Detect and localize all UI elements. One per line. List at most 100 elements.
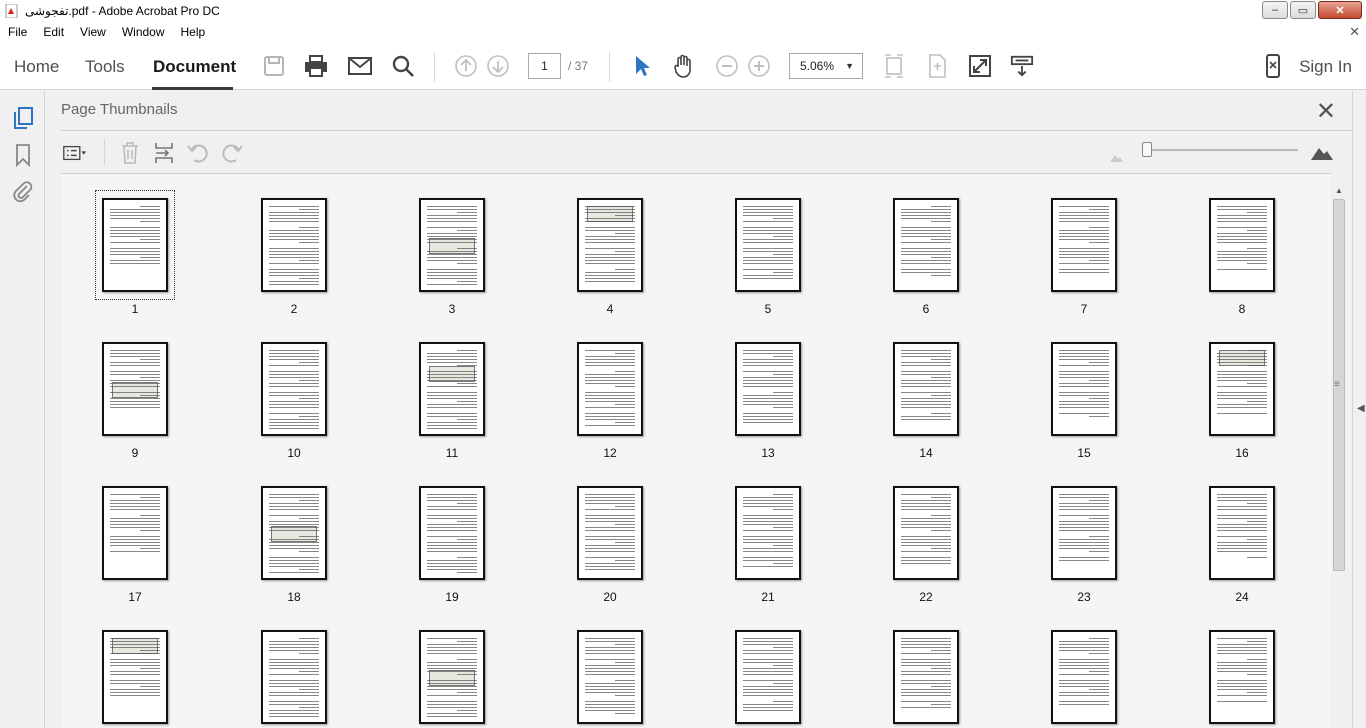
menu-file[interactable]: File bbox=[0, 25, 35, 39]
page-thumbnail[interactable]: 29 bbox=[693, 630, 843, 728]
sign-in-button[interactable]: Sign In bbox=[1299, 57, 1352, 77]
page-thumbnail[interactable]: 2 bbox=[219, 198, 369, 316]
page-thumbnail[interactable]: 26 bbox=[219, 630, 369, 728]
select-arrow-icon[interactable] bbox=[630, 54, 654, 78]
full-screen-icon[interactable] bbox=[968, 54, 992, 78]
tab-tools[interactable]: Tools bbox=[85, 57, 125, 77]
search-icon[interactable] bbox=[391, 54, 415, 78]
close-panel-button[interactable]: ✕ bbox=[1316, 97, 1336, 126]
text-line bbox=[269, 563, 319, 564]
text-line bbox=[743, 680, 793, 681]
text-line bbox=[585, 218, 635, 219]
menu-view[interactable]: View bbox=[72, 25, 114, 39]
zoom-out-icon[interactable] bbox=[715, 54, 739, 78]
page-layout-icon[interactable] bbox=[925, 54, 949, 78]
page-thumbnail[interactable]: 23 bbox=[1009, 486, 1159, 604]
page-thumbnail[interactable]: 24 bbox=[1167, 486, 1317, 604]
next-page-icon[interactable] bbox=[486, 54, 510, 78]
text-line bbox=[901, 371, 951, 372]
page-thumbnail[interactable]: 8 bbox=[1167, 198, 1317, 316]
mobile-icon[interactable] bbox=[1261, 54, 1285, 78]
zoom-level-dropdown[interactable]: 5.06% ▼ bbox=[789, 53, 863, 79]
text-line bbox=[743, 404, 793, 405]
large-thumbnail-icon[interactable] bbox=[1310, 141, 1334, 165]
options-menu-icon[interactable] bbox=[63, 141, 87, 165]
close-window-button[interactable]: ✕ bbox=[1318, 1, 1362, 19]
scroll-up-icon[interactable]: ▲ bbox=[1335, 186, 1343, 195]
page-thumbnail[interactable]: 32 bbox=[1167, 630, 1317, 728]
page-thumbnail[interactable]: 27 bbox=[377, 630, 527, 728]
page-thumbnail[interactable]: 14 bbox=[851, 342, 1001, 460]
text-line bbox=[110, 401, 160, 402]
close-document-button[interactable]: ✕ bbox=[1349, 24, 1360, 40]
page-thumbnail[interactable]: 11 bbox=[377, 342, 527, 460]
hand-icon[interactable] bbox=[672, 54, 696, 78]
bookmark-icon[interactable] bbox=[11, 143, 35, 167]
prev-page-icon[interactable] bbox=[454, 54, 478, 78]
text-line bbox=[299, 518, 319, 519]
page-thumbnail[interactable]: 5 bbox=[693, 198, 843, 316]
page-thumbnail[interactable]: 1 bbox=[61, 190, 210, 316]
page-thumbnail[interactable]: 7 bbox=[1009, 198, 1159, 316]
text-line bbox=[585, 212, 635, 213]
page-preview bbox=[1051, 486, 1117, 580]
maximize-button[interactable]: ▭ bbox=[1290, 1, 1316, 19]
page-thumbnail[interactable]: 30 bbox=[851, 630, 1001, 728]
text-line bbox=[1059, 494, 1109, 495]
zoom-in-icon[interactable] bbox=[747, 54, 771, 78]
page-fit-icon[interactable] bbox=[882, 54, 906, 78]
page-thumbnail[interactable]: 18 bbox=[219, 486, 369, 604]
page-thumbnail[interactable]: 17 bbox=[61, 486, 210, 604]
insert-page-icon[interactable] bbox=[152, 141, 176, 165]
page-thumbnail[interactable]: 31 bbox=[1009, 630, 1159, 728]
text-line bbox=[1059, 215, 1109, 216]
page-thumbnail[interactable]: 28 bbox=[535, 630, 685, 728]
text-line bbox=[1059, 236, 1109, 237]
print-icon[interactable] bbox=[304, 54, 328, 78]
page-thumbnail[interactable]: 12 bbox=[535, 342, 685, 460]
page-thumbnail[interactable]: 3 bbox=[377, 198, 527, 316]
page-thumbnail[interactable]: 9 bbox=[61, 342, 210, 460]
page-thumbnail[interactable]: 6 bbox=[851, 198, 1001, 316]
read-mode-icon[interactable] bbox=[1010, 54, 1034, 78]
page-number-input[interactable]: 1 bbox=[528, 53, 561, 79]
page-thumbnail[interactable]: 10 bbox=[219, 342, 369, 460]
rotate-cw-icon[interactable] bbox=[220, 141, 244, 165]
text-line bbox=[743, 206, 793, 207]
delete-page-icon[interactable] bbox=[118, 141, 142, 165]
page-number-label: 23 bbox=[1077, 590, 1091, 604]
page-thumbnail[interactable]: 25 bbox=[61, 630, 210, 728]
text-line bbox=[585, 566, 635, 567]
page-thumbnail[interactable]: 19 bbox=[377, 486, 527, 604]
thumbnail-scrollbar[interactable]: ▲ ≡ bbox=[1331, 183, 1347, 728]
tab-home[interactable]: Home bbox=[14, 57, 59, 77]
rotate-ccw-icon[interactable] bbox=[186, 141, 210, 165]
thumbnail-size-slider-handle[interactable] bbox=[1142, 142, 1152, 157]
tab-document[interactable]: Document bbox=[153, 57, 236, 77]
save-icon[interactable] bbox=[262, 54, 286, 78]
text-line bbox=[585, 551, 635, 552]
small-thumbnail-icon[interactable] bbox=[1104, 145, 1128, 169]
page-thumbnail[interactable]: 4 bbox=[535, 198, 685, 316]
page-thumbnails-icon[interactable] bbox=[11, 106, 35, 130]
page-thumbnail[interactable]: 15 bbox=[1009, 342, 1159, 460]
text-line bbox=[743, 263, 793, 264]
menu-edit[interactable]: Edit bbox=[35, 25, 72, 39]
page-thumbnail[interactable]: 20 bbox=[535, 486, 685, 604]
chevron-left-icon[interactable]: ◀ bbox=[1357, 403, 1365, 414]
right-pane-toggle[interactable]: ◀ bbox=[1352, 91, 1366, 728]
page-thumbnail[interactable]: 13 bbox=[693, 342, 843, 460]
text-line bbox=[585, 227, 635, 228]
page-thumbnail[interactable]: 16 bbox=[1167, 342, 1317, 460]
menu-help[interactable]: Help bbox=[173, 25, 214, 39]
menu-window[interactable]: Window bbox=[114, 25, 173, 39]
text-line bbox=[743, 500, 793, 501]
attachment-icon[interactable] bbox=[11, 179, 35, 203]
text-line bbox=[1217, 686, 1267, 687]
page-thumbnail[interactable]: 22 bbox=[851, 486, 1001, 604]
email-icon[interactable] bbox=[348, 54, 372, 78]
minimize-button[interactable]: ‒ bbox=[1262, 1, 1288, 19]
thumbnail-size-slider[interactable] bbox=[1150, 149, 1298, 151]
page-thumbnail[interactable]: 21 bbox=[693, 486, 843, 604]
text-line bbox=[1247, 539, 1267, 540]
